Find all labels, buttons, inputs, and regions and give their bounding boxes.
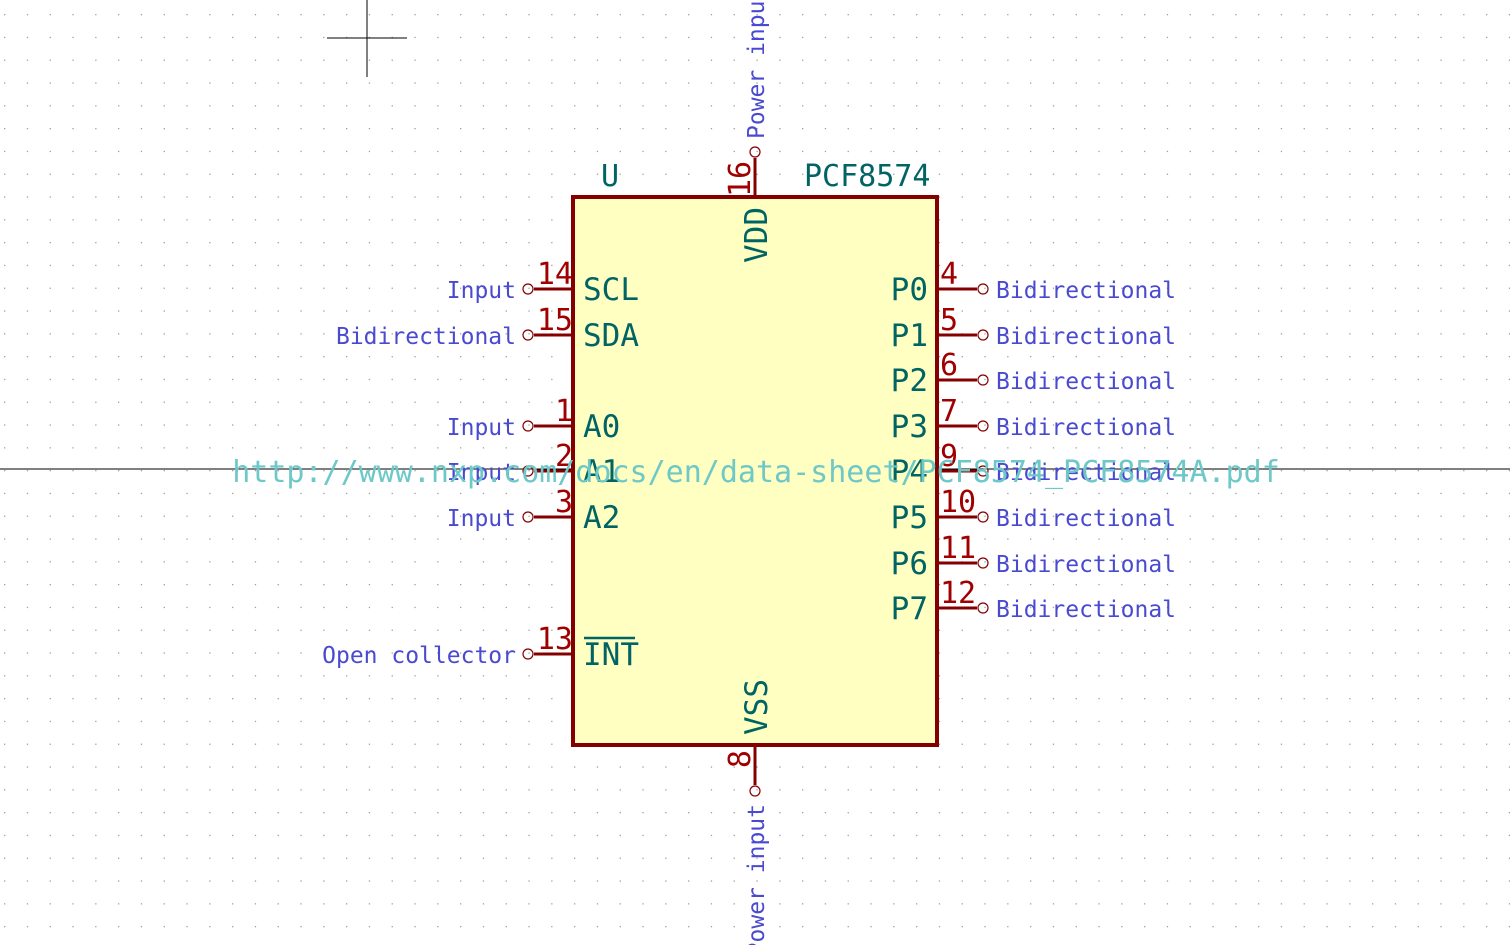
pin-number: 13 — [537, 622, 573, 657]
pin-type: Bidirectional — [996, 597, 1176, 623]
pin-name: P0 — [891, 272, 928, 308]
pin-endpoint-icon — [522, 511, 534, 523]
pin-name: P2 — [891, 363, 928, 399]
pin-number: 1 — [555, 394, 573, 429]
pin-type: Input — [447, 415, 516, 441]
pin-name: A0 — [583, 409, 620, 445]
pin-number: 14 — [537, 257, 573, 292]
pin-number: 12 — [940, 576, 976, 611]
pin-number: 5 — [940, 303, 958, 338]
pin-type: Bidirectional — [996, 415, 1176, 441]
pin-name: P5 — [891, 500, 928, 536]
part-value[interactable]: PCF8574 — [804, 159, 930, 194]
pin-name: VDD — [739, 207, 775, 263]
pin-number: 6 — [940, 348, 958, 383]
pin-endpoint-icon — [977, 602, 989, 614]
reference-designator[interactable]: U — [601, 159, 619, 194]
pin-type: Open collector — [322, 643, 516, 669]
pin-type: Power input — [744, 804, 770, 945]
pin-type: Bidirectional — [996, 369, 1176, 395]
pin-number: 11 — [940, 531, 976, 566]
pin-endpoint-icon — [522, 420, 534, 432]
pin-type: Input — [447, 278, 516, 304]
datasheet-url[interactable]: http://www.nxp.com/docs/en/data-sheet/PC… — [232, 455, 1280, 490]
pin-number: 10 — [940, 485, 976, 520]
pin-endpoint-icon — [522, 329, 534, 341]
pin-type: Bidirectional — [996, 552, 1176, 578]
pin-type: Bidirectional — [996, 506, 1176, 532]
cursor-crosshair — [327, 0, 407, 77]
pin-number: 8 — [723, 750, 758, 768]
pin-name: P1 — [891, 318, 928, 354]
pin-type: Bidirectional — [996, 278, 1176, 304]
pin-type: Input — [447, 506, 516, 532]
pin-type: Power input — [744, 0, 770, 139]
pin-endpoint-icon — [977, 511, 989, 523]
pin-number: 16 — [723, 161, 758, 197]
pin-endpoint-icon — [977, 420, 989, 432]
pin-endpoint-icon — [977, 374, 989, 386]
pin-endpoint-icon — [977, 557, 989, 569]
pin-number: 4 — [940, 257, 958, 292]
pin-endpoint-icon — [749, 146, 761, 158]
pin-name: SDA — [583, 318, 639, 354]
pin-endpoint-icon — [749, 785, 761, 797]
pin-name: P6 — [891, 546, 928, 582]
pin-type: Bidirectional — [996, 324, 1176, 350]
pin-number: 7 — [940, 394, 958, 429]
pin-name: P3 — [891, 409, 928, 445]
pin-name: A2 — [583, 500, 620, 536]
pin-name: VSS — [739, 679, 775, 735]
pin-name: INT — [583, 637, 639, 673]
pin-name: SCL — [583, 272, 639, 308]
pin-endpoint-icon — [522, 648, 534, 660]
pin-number: 3 — [555, 485, 573, 520]
pin-name: P7 — [891, 591, 928, 627]
schematic-canvas[interactable]: 14 SCLInput15 SDABidirectional1 A0Input2 A1I… — [0, 0, 1510, 945]
pin-number: 15 — [537, 303, 573, 338]
pin-type: Bidirectional — [336, 324, 516, 350]
pin-endpoint-icon — [977, 283, 989, 295]
pin-endpoint-icon — [522, 283, 534, 295]
pin-endpoint-icon — [977, 329, 989, 341]
